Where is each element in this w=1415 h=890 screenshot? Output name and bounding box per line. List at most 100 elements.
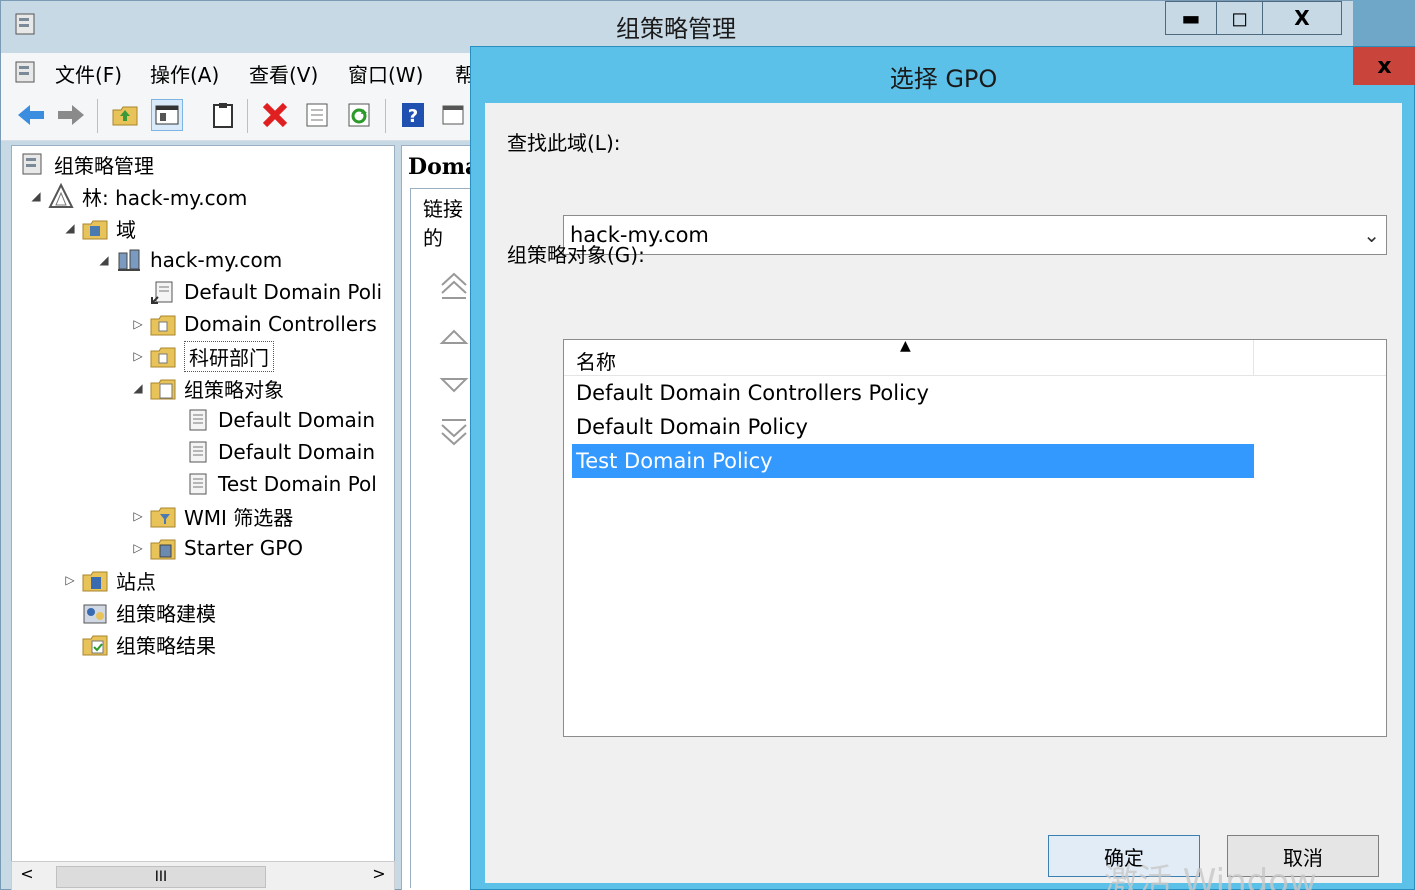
refresh-icon[interactable] <box>343 99 375 131</box>
system-menu-icon[interactable] <box>13 59 39 85</box>
activation-watermark: 激活 Window <box>1104 862 1317 890</box>
tree-label: 组策略管理 <box>54 153 154 178</box>
collapse-arrow-icon[interactable]: ◢ <box>130 381 146 395</box>
details-panel: Doma 链接的 <box>401 145 481 890</box>
tree-gpo-container[interactable]: ◢ 组策略对象 <box>130 373 284 403</box>
console-tree: 组策略管理 ◢ 林: hack-my.com ◢ 域 ◢ hack-my.com… <box>11 145 395 890</box>
domains-icon <box>82 220 108 240</box>
move-top-icon[interactable] <box>439 271 469 301</box>
help-icon[interactable]: ? <box>397 99 429 131</box>
tree-gpo-item[interactable]: Default Domain <box>184 405 375 435</box>
expand-arrow-icon[interactable]: ▷ <box>130 317 146 331</box>
dialog-title: 选择 GPO <box>889 65 998 93</box>
tree-starter-gpo[interactable]: ▷ Starter GPO <box>130 533 303 563</box>
tree-wmi-filters[interactable]: ▷ WMI 筛选器 <box>130 501 293 531</box>
collapse-arrow-icon[interactable]: ◢ <box>62 221 78 235</box>
scroll-thumb[interactable]: III <box>56 866 266 888</box>
maximize-button[interactable]: ◻ <box>1216 1 1263 35</box>
tree-horizontal-scrollbar[interactable]: < III > <box>11 861 395 890</box>
expand-arrow-icon[interactable]: ▷ <box>130 349 146 363</box>
properties-icon[interactable] <box>301 99 333 131</box>
collapse-arrow-icon[interactable]: ◢ <box>96 253 112 267</box>
up-folder-icon[interactable] <box>109 99 141 131</box>
gpo-link-icon <box>151 281 173 304</box>
gpo-list-item[interactable]: Default Domain Policy <box>572 410 1254 444</box>
close-button[interactable]: X <box>1262 1 1342 35</box>
forward-arrow-icon[interactable] <box>55 99 87 131</box>
back-arrow-icon[interactable] <box>15 99 47 131</box>
delete-icon[interactable] <box>259 99 291 131</box>
svg-text:?: ? <box>408 106 418 127</box>
starter-gpo-folder-icon <box>150 539 176 560</box>
tree-label: hack-my.com <box>150 248 283 272</box>
gpo-scroll-icon <box>189 441 207 463</box>
toolbar-separator <box>97 99 98 133</box>
tree-label: 科研部门 <box>184 340 274 372</box>
scroll-left-icon[interactable]: < <box>14 864 40 888</box>
gpo-list-item-selected[interactable]: Test Domain Policy <box>572 444 1254 478</box>
domain-select[interactable]: hack-my.com ⌄ <box>563 215 1387 255</box>
menu-view[interactable]: 查看(V) <box>249 59 318 88</box>
minimize-button[interactable]: ▬ <box>1165 1 1217 35</box>
tree-label: 林: hack-my.com <box>82 185 248 210</box>
tree-modeling[interactable]: 组策略建模 <box>82 597 216 627</box>
tree-research-dept[interactable]: ▷ 科研部门 <box>130 340 274 372</box>
tree-default-domain-policy-link[interactable]: Default Domain Poli <box>150 277 382 307</box>
clipboard-icon[interactable] <box>207 99 239 131</box>
tree-label: Default Domain <box>218 408 376 432</box>
tree-label: Domain Controllers <box>184 312 377 336</box>
tree-gpo-item[interactable]: Default Domain <box>184 437 375 467</box>
tree-label: 组策略结果 <box>116 633 216 658</box>
tree-root[interactable]: 组策略管理 <box>20 149 154 179</box>
ou-folder-icon <box>150 347 176 368</box>
menu-file[interactable]: 文件(F) <box>55 59 122 88</box>
gpo-folder-icon <box>150 379 176 400</box>
tree-label: Default Domain <box>218 440 376 464</box>
tree-label: WMI 筛选器 <box>184 505 294 530</box>
move-down-icon[interactable] <box>439 369 469 399</box>
gpo-scroll-icon <box>189 473 207 495</box>
tree-label: Starter GPO <box>184 536 304 560</box>
tree-domains[interactable]: ◢ 域 <box>62 213 136 243</box>
dialog-close-button[interactable]: x <box>1353 47 1415 85</box>
move-up-icon[interactable] <box>439 323 469 353</box>
details-header: Doma <box>408 154 480 180</box>
menu-action[interactable]: 操作(A) <box>150 59 219 88</box>
tree-label: Test Domain Pol <box>218 472 377 496</box>
column-header-label: 名称 <box>576 350 616 374</box>
tree-gpo-item[interactable]: Test Domain Pol <box>184 469 377 499</box>
show-hide-tree-icon[interactable] <box>151 99 183 131</box>
tree-label: 组策略建模 <box>116 601 216 626</box>
tree-results[interactable]: 组策略结果 <box>82 629 216 659</box>
tree-sites[interactable]: ▷ 站点 <box>62 565 156 595</box>
tree-label: Default Domain Poli <box>184 280 383 304</box>
dialog-body: 查找此域(L): hack-my.com ⌄ 组策略对象(G): 名称 ▲ De… <box>485 103 1402 883</box>
expand-arrow-icon[interactable]: ▷ <box>130 509 146 523</box>
results-icon <box>82 635 108 656</box>
column-header-name[interactable]: 名称 ▲ <box>568 338 1254 376</box>
toolbar-separator <box>247 99 248 133</box>
sort-ascending-icon: ▲ <box>900 338 911 354</box>
panel-icon[interactable] <box>437 99 469 131</box>
scroll-right-icon[interactable]: > <box>366 864 392 888</box>
tree-domain[interactable]: ◢ hack-my.com <box>96 245 282 275</box>
gpo-list-item[interactable]: Default Domain Controllers Policy <box>572 376 1254 410</box>
tree-forest[interactable]: ◢ 林: hack-my.com <box>28 181 247 211</box>
main-titlebar[interactable]: 组策略管理 ▬ ◻ X <box>1 1 1353 47</box>
menu-window[interactable]: 窗口(W) <box>348 59 423 88</box>
gpo-list-label: 组策略对象(G): <box>507 243 645 267</box>
toolbar-separator <box>385 99 386 133</box>
modeling-icon <box>83 604 107 624</box>
chevron-down-icon[interactable]: ⌄ <box>1363 216 1380 254</box>
tree-label: 域 <box>116 217 136 242</box>
move-bottom-icon[interactable] <box>439 417 469 447</box>
expand-arrow-icon[interactable]: ▷ <box>130 541 146 555</box>
tree-domain-controllers[interactable]: ▷ Domain Controllers <box>130 309 377 339</box>
select-gpo-dialog: 选择 GPO x 查找此域(L): hack-my.com ⌄ 组策略对象(G)… <box>470 46 1415 890</box>
expand-arrow-icon[interactable]: ▷ <box>62 573 78 587</box>
wmi-folder-icon <box>150 507 176 528</box>
gpo-list[interactable]: 名称 ▲ Default Domain Controllers Policy D… <box>563 338 1387 737</box>
forest-icon <box>48 183 74 208</box>
collapse-arrow-icon[interactable]: ◢ <box>28 189 44 203</box>
tree-label: 组策略对象 <box>184 377 284 402</box>
